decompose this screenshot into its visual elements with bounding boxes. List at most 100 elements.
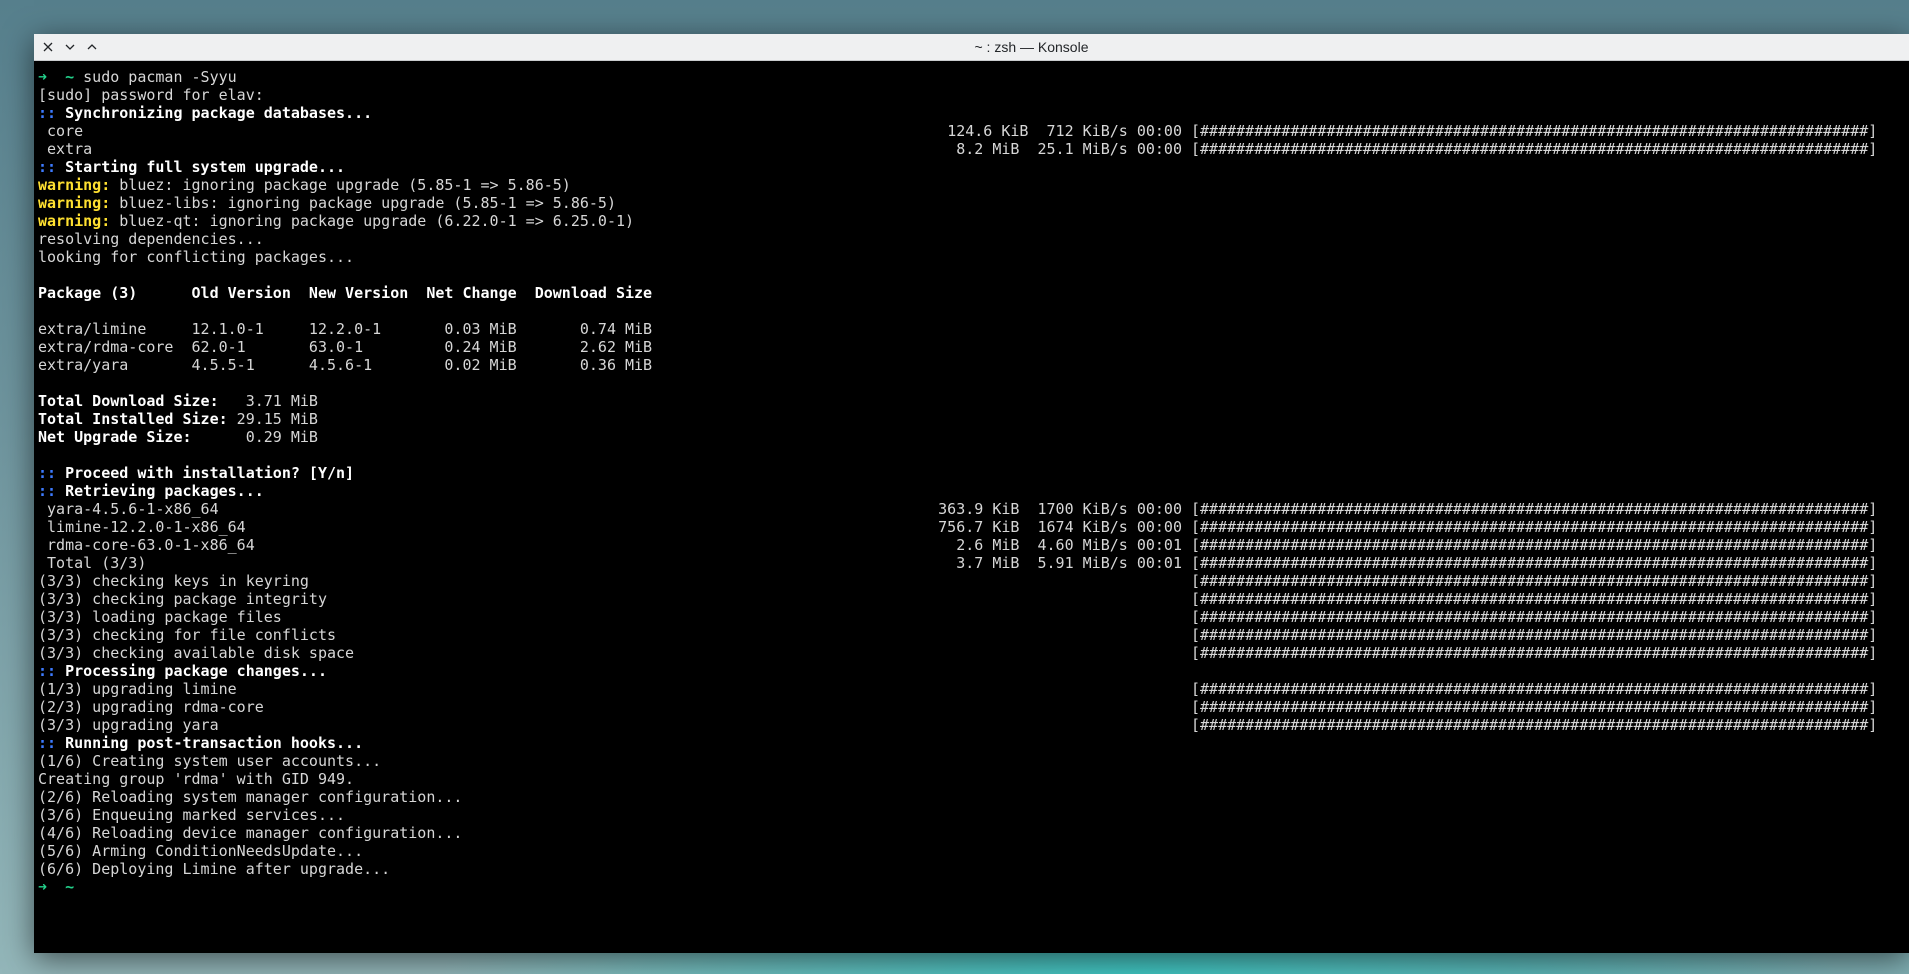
terminal-output[interactable]: ➜ ~ sudo pacman -Syyu [sudo] password for…: [34, 61, 1909, 953]
section-header: Processing package changes...: [65, 662, 327, 680]
hook-text: Creating group 'rdma' with GID 949.: [38, 770, 355, 788]
transfer-time: 00:00: [1136, 140, 1182, 158]
progress-bar: [#######################################…: [1191, 554, 1878, 572]
total-label: Net Upgrade Size:: [38, 428, 228, 446]
window-title: ~ : zsh — Konsole: [974, 39, 1089, 55]
maximize-icon[interactable]: [84, 39, 100, 55]
step-text: (3/3) checking for file conflicts: [38, 626, 337, 644]
marker: ::: [38, 482, 66, 500]
step-text: (3/3) loading package files: [38, 608, 282, 626]
section-header: Synchronizing package databases...: [65, 104, 373, 122]
prompt-dir: ~: [65, 68, 75, 86]
warning-line: warning: bluez-libs: ignoring package up…: [38, 194, 1909, 212]
prompt-dir: ~: [65, 878, 75, 896]
warning-label: warning:: [38, 176, 111, 194]
item-name: core: [38, 122, 84, 140]
process-row: (2/3) upgrading rdma-core [##############…: [38, 698, 1909, 716]
processing-header: :: Processing package changes...: [38, 662, 1909, 680]
progress-bar: [#######################################…: [1191, 680, 1878, 698]
warning-label: warning:: [38, 212, 111, 230]
progress-bar: [#######################################…: [1191, 122, 1878, 140]
total-label: Total Installed Size:: [38, 410, 228, 428]
table-row-text: extra/yara 4.5.5-1 4.5.6-1 0.02 MiB 0.36…: [38, 356, 653, 374]
retrieving-header: :: Retrieving packages...: [38, 482, 1909, 500]
hook-row: (6/6) Deploying Limine after upgrade...: [38, 860, 1909, 878]
section-header: Retrieving packages...: [65, 482, 264, 500]
total-value: 3.71 MiB: [227, 392, 318, 410]
item-name: Total (3/3): [38, 554, 147, 572]
close-icon[interactable]: [40, 39, 56, 55]
warning-text: bluez-libs: ignoring package upgrade (5.…: [119, 194, 616, 212]
item-name: yara-4.5.6-1-x86_64: [38, 500, 219, 518]
retrieve-row: yara-4.5.6-1-x86_64 363.9 KiB 1700 KiB/s …: [38, 500, 1909, 518]
step-text: (3/3) checking available disk space: [38, 644, 355, 662]
hook-text: (5/6) Arming ConditionNeedsUpdate...: [38, 842, 364, 860]
transfer-speed: 1700 KiB/s: [1037, 500, 1128, 518]
progress-bar: [#######################################…: [1191, 590, 1878, 608]
total-label: Total Download Size:: [38, 392, 228, 410]
sudo-prompt: [sudo] password for elav:: [38, 86, 1909, 104]
transfer-speed: 1674 KiB/s: [1037, 518, 1128, 536]
warning-text: bluez: ignoring package upgrade (5.85-1 …: [119, 176, 571, 194]
transfer-size: 756.7 KiB: [938, 518, 1020, 536]
prompt-arrow: ➜: [38, 68, 48, 86]
transfer-stats: 2.6 MiB 4.60 MiB/s 00:01: [956, 536, 1182, 554]
hook-text: (6/6) Deploying Limine after upgrade...: [38, 860, 391, 878]
check-row: (3/3) checking available disk space [####…: [38, 644, 1909, 662]
transfer-size: 363.9 KiB: [938, 500, 1020, 518]
hook-text: (1/6) Creating system user accounts...: [38, 752, 382, 770]
hooks-header: :: Running post-transaction hooks...: [38, 734, 1909, 752]
marker: ::: [38, 734, 66, 752]
table-row-text: extra/limine 12.1.0-1 12.2.0-1 0.03 MiB …: [38, 320, 653, 338]
table-row: extra/limine 12.1.0-1 12.2.0-1 0.03 MiB …: [38, 320, 1909, 338]
progress-bar: [#######################################…: [1191, 626, 1878, 644]
retrieve-row: rdma-core-63.0-1-x86_64 2.6 MiB 4.60 MiB/…: [38, 536, 1909, 554]
progress-bar: [#######################################…: [1191, 518, 1878, 536]
section-header: Starting full system upgrade...: [65, 158, 346, 176]
konsole-window: ~ : zsh — Konsole ➜ ~ sudo pacman -Syyu[…: [34, 34, 1909, 953]
marker: ::: [38, 662, 66, 680]
transfer-time: 00:01: [1136, 536, 1182, 554]
title-bar[interactable]: ~ : zsh — Konsole: [34, 34, 1909, 61]
transfer-speed: 25.1 MiB/s: [1037, 140, 1128, 158]
transfer-stats: 363.9 KiB 1700 KiB/s 00:00: [938, 500, 1182, 518]
hook-row: (5/6) Arming ConditionNeedsUpdate...: [38, 842, 1909, 860]
step-text: (2/3) upgrading rdma-core: [38, 698, 264, 716]
total-line: Net Upgrade Size: 0.29 MiB: [38, 428, 1909, 446]
transfer-size: 8.2 MiB: [956, 140, 1020, 158]
transfer-time: 00:01: [1136, 554, 1182, 572]
item-name: limine-12.2.0-1-x86_64: [38, 518, 246, 536]
table-row: extra/yara 4.5.5-1 4.5.6-1 0.02 MiB 0.36…: [38, 356, 1909, 374]
transfer-stats: 8.2 MiB 25.1 MiB/s 00:00: [956, 140, 1182, 158]
transfer-size: 124.6 KiB: [947, 122, 1029, 140]
command-text: sudo pacman -Syyu: [83, 68, 237, 86]
process-row: (1/3) upgrading limine [#################…: [38, 680, 1909, 698]
progress-bar: [#######################################…: [1191, 644, 1878, 662]
progress-bar: [#######################################…: [1191, 608, 1878, 626]
package-table-header: Package (3) Old Version New Version Net …: [38, 284, 1909, 302]
transfer-stats: 3.7 MiB 5.91 MiB/s 00:01: [956, 554, 1182, 572]
check-row: (3/3) checking keys in keyring [#########…: [38, 572, 1909, 590]
item-name: rdma-core-63.0-1-x86_64: [38, 536, 255, 554]
final-prompt: ➜ ~: [38, 878, 1909, 896]
check-row: (3/3) checking for file conflicts [######…: [38, 626, 1909, 644]
transfer-time: 00:00: [1136, 518, 1182, 536]
hook-text: (4/6) Reloading device manager configura…: [38, 824, 463, 842]
transfer-speed: 5.91 MiB/s: [1037, 554, 1128, 572]
warning-line: warning: bluez-qt: ignoring package upgr…: [38, 212, 1909, 230]
transfer-time: 00:00: [1136, 122, 1182, 140]
minimize-icon[interactable]: [62, 39, 78, 55]
transfer-size: 2.6 MiB: [956, 536, 1020, 554]
sync-row: extra 8.2 MiB 25.1 MiB/s 00:00 [##########…: [38, 140, 1909, 158]
section-header: Proceed with installation? [Y/n]: [65, 464, 355, 482]
transfer-size: 3.7 MiB: [956, 554, 1020, 572]
warning-line: warning: bluez: ignoring package upgrade…: [38, 176, 1909, 194]
hook-row: Creating group 'rdma' with GID 949.: [38, 770, 1909, 788]
command-line: ➜ ~ sudo pacman -Syyu: [38, 68, 1909, 86]
progress-bar: [#######################################…: [1191, 716, 1878, 734]
upgrade-header: :: Starting full system upgrade...: [38, 158, 1909, 176]
transfer-speed: 712 KiB/s: [1046, 122, 1128, 140]
resolving-line: resolving dependencies...: [38, 230, 1909, 248]
retrieve-row: limine-12.2.0-1-x86_64 756.7 KiB 1674 KiB…: [38, 518, 1909, 536]
